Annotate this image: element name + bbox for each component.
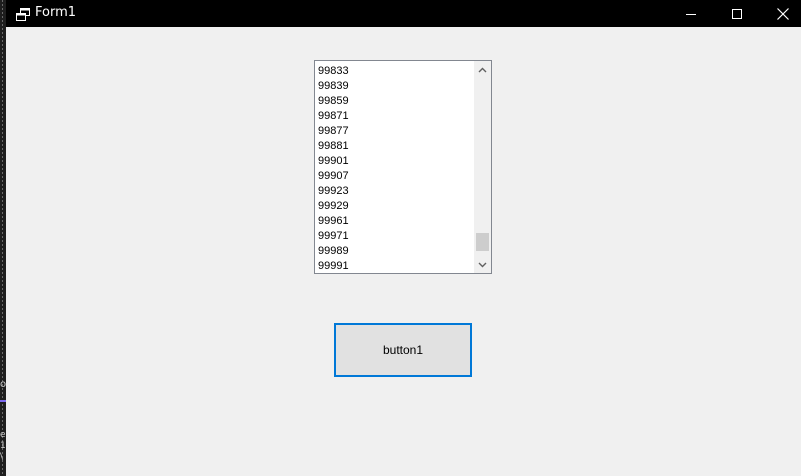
listbox-items[interactable]: 99833 99839 99859 99871 99877 99881 99901 99907… — [315, 61, 473, 273]
list-item[interactable]: 99839 — [315, 79, 473, 94]
window-titlebar[interactable]: Form1 — [6, 0, 801, 27]
scrollbar-thumb[interactable] — [476, 233, 489, 251]
list-item[interactable]: 99961 — [315, 214, 473, 229]
list-item[interactable]: 99877 — [315, 124, 473, 139]
list-item[interactable]: 99989 — [315, 244, 473, 259]
list-item[interactable]: 99929 — [315, 199, 473, 214]
form-client-area: 99833 99839 99859 99871 99877 99881 99901 99907… — [6, 27, 801, 476]
button1[interactable]: button1 — [334, 323, 472, 377]
editor-guide-line — [2, 0, 3, 476]
editor-glyphs: e 1 \ — [0, 430, 6, 462]
list-item[interactable]: 99991 — [315, 259, 473, 273]
list-item[interactable]: 99923 — [315, 184, 473, 199]
list-item[interactable]: 99833 — [315, 64, 473, 79]
maximize-icon — [732, 8, 742, 19]
scroll-up-button[interactable] — [474, 61, 491, 78]
chevron-down-icon — [478, 262, 487, 267]
form-window-icon — [16, 6, 30, 21]
list-item[interactable]: 99871 — [315, 109, 473, 124]
close-button[interactable] — [760, 0, 801, 27]
close-icon — [777, 7, 789, 20]
vertical-scrollbar[interactable] — [474, 61, 491, 273]
window-title: Form1 — [35, 5, 77, 20]
minimize-icon — [686, 13, 696, 15]
list-item[interactable]: 99971 — [315, 229, 473, 244]
list-item[interactable]: 99881 — [315, 139, 473, 154]
list-item[interactable]: 99901 — [315, 154, 473, 169]
list-item[interactable]: 99907 — [315, 169, 473, 184]
number-listbox[interactable]: 99833 99839 99859 99871 99877 99881 99901 99907… — [314, 60, 492, 274]
maximize-button[interactable] — [714, 0, 760, 27]
list-item[interactable]: 99859 — [315, 94, 473, 109]
button1-label: button1 — [382, 343, 424, 357]
minimize-button[interactable] — [668, 0, 714, 27]
scroll-down-button[interactable] — [474, 256, 491, 273]
chevron-up-icon — [478, 67, 487, 72]
